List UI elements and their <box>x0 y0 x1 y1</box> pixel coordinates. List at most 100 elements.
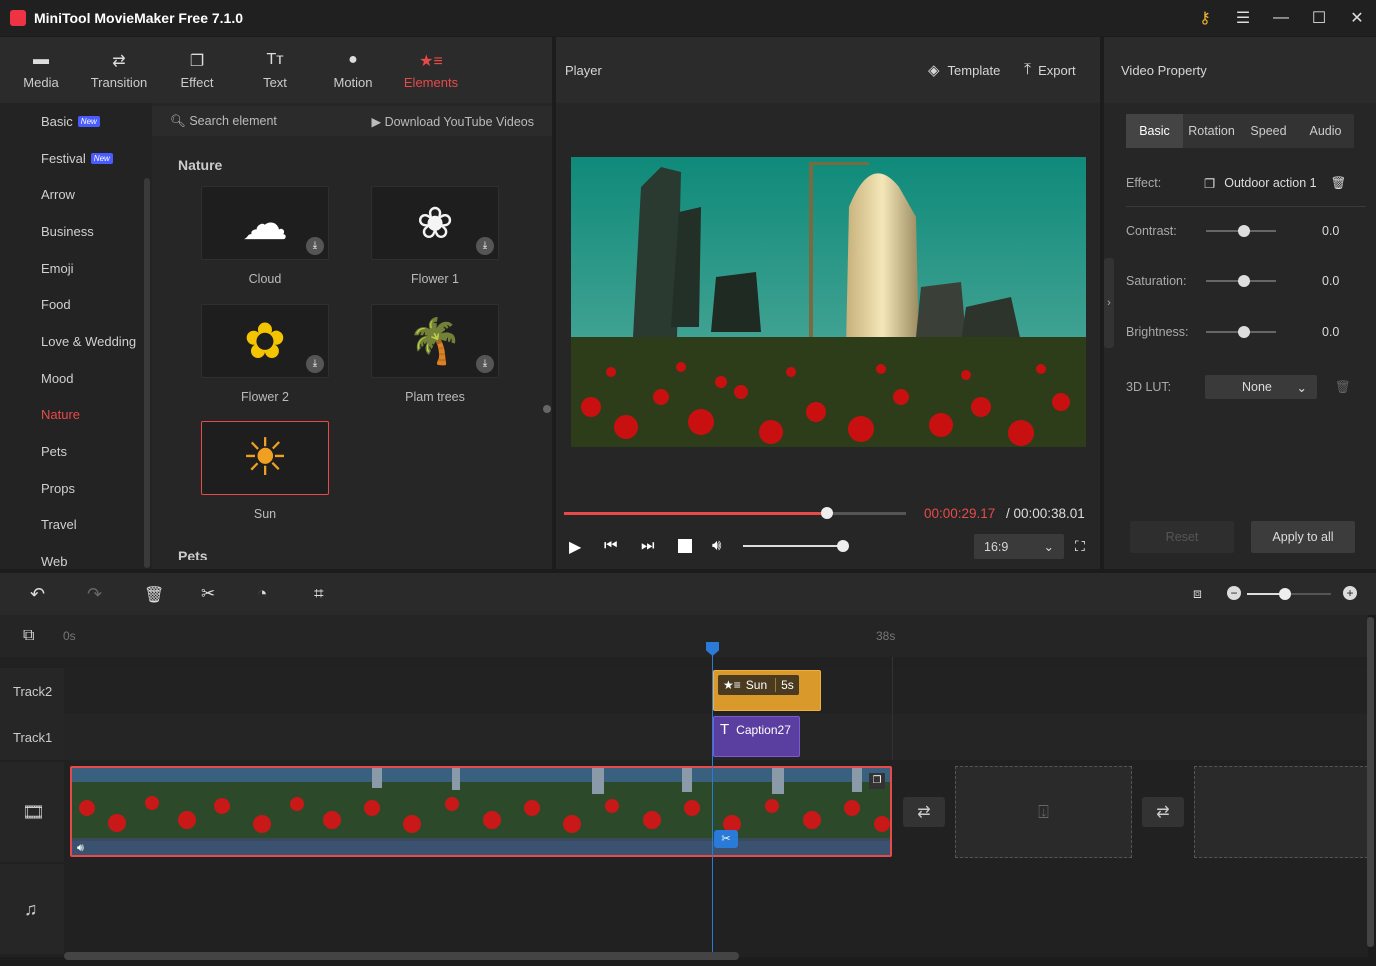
chevron-down-icon: ⌄ <box>1296 380 1307 395</box>
category-nature[interactable]: Nature <box>0 397 152 434</box>
export-icon: ⤒ <box>1024 61 1032 78</box>
zoom-slider[interactable] <box>1247 588 1331 600</box>
previous-frame-button[interactable]: ⏮ <box>604 537 618 554</box>
download-youtube-button[interactable]: ▶ Download YouTube Videos <box>371 114 534 129</box>
empty-clip-slot-1[interactable]: ⍗ <box>955 766 1132 858</box>
transition-slot-2[interactable]: ⇄ <box>1142 797 1184 827</box>
lut-select[interactable]: None ⌄ <box>1205 375 1317 399</box>
tab-media[interactable]: ▬ Media <box>2 37 80 103</box>
element-palm-trees[interactable]: 🌴 ⤓ Plam trees <box>371 304 499 404</box>
clip-effect-icon[interactable]: ❐ <box>869 773 885 789</box>
video-frame <box>571 157 1086 447</box>
element-sun[interactable]: ☀ Sun <box>201 421 329 521</box>
category-travel[interactable]: Travel <box>0 507 152 544</box>
volume-knob[interactable] <box>836 540 849 552</box>
category-mood[interactable]: Mood <box>0 360 152 397</box>
download-icon[interactable]: ⤓ <box>476 237 494 255</box>
slider-knob[interactable] <box>1238 326 1250 338</box>
crop-icon[interactable]: ⌗ <box>314 584 324 604</box>
new-badge: New <box>90 152 113 164</box>
split-marker-icon[interactable]: ✂ <box>714 830 738 848</box>
transition-slot-1[interactable]: ⇄ <box>903 797 945 827</box>
element-icon: ★≡ <box>723 678 741 692</box>
category-festival[interactable]: Festival New <box>0 140 152 177</box>
category-props[interactable]: Props <box>0 470 152 507</box>
volume-icon[interactable]: 🔊︎ <box>712 537 721 554</box>
brightness-slider[interactable] <box>1206 326 1276 338</box>
export-button[interactable]: ⤒ Export <box>1024 61 1076 79</box>
tab-basic[interactable]: Basic <box>1126 114 1183 148</box>
stop-button[interactable] <box>678 539 692 553</box>
element-flower-1[interactable]: ❀ ⤓ Flower 1 <box>371 186 499 286</box>
minimize-button[interactable]: — <box>1262 9 1300 27</box>
video-track-label: 🎞︎ <box>0 762 64 862</box>
tab-rotation[interactable]: Rotation <box>1183 114 1240 148</box>
sidebar-scrollbar[interactable] <box>144 178 150 568</box>
slider-knob[interactable] <box>1238 275 1250 287</box>
download-icon[interactable]: ⤓ <box>476 355 494 373</box>
tab-audio[interactable]: Audio <box>1297 114 1354 148</box>
category-emoji[interactable]: Emoji <box>0 250 152 287</box>
zoom-in-icon[interactable]: + <box>1343 586 1357 600</box>
search-input[interactable]: 🔍︎ Search element <box>170 114 277 129</box>
vertical-scrollbar[interactable] <box>1367 617 1374 947</box>
slider-knob[interactable] <box>1238 225 1250 237</box>
video-clip[interactable]: 🔊︎ ❐ <box>70 766 892 857</box>
aspect-ratio-select[interactable]: 16:9 ⌄ <box>974 534 1064 559</box>
play-button[interactable]: ▶ <box>569 537 581 557</box>
speed-icon[interactable]: ◔ <box>257 584 267 604</box>
category-business[interactable]: Business <box>0 213 152 250</box>
tab-text[interactable]: Tт Text <box>236 37 314 103</box>
fit-timeline-icon[interactable]: ⧈ <box>1193 585 1202 602</box>
horizontal-scrollbar[interactable] <box>64 952 739 960</box>
download-icon[interactable]: ⤓ <box>306 355 324 373</box>
delete-effect-icon[interactable]: 🗑︎ <box>1331 176 1347 191</box>
element-cloud[interactable]: ☁ ⤓ Cloud <box>201 186 329 286</box>
undo-icon[interactable]: ↶ <box>30 584 45 605</box>
clip-volume-icon[interactable]: 🔊︎ <box>77 842 84 855</box>
menu-icon[interactable]: ☰ <box>1224 8 1262 28</box>
total-time: / 00:00:38.01 <box>1006 506 1085 521</box>
split-icon[interactable]: ✂ <box>201 584 215 604</box>
category-sidebar: Basic New Festival New Arrow Business Emoj… <box>0 103 152 569</box>
panel-scroll-dot[interactable] <box>543 405 551 413</box>
tab-effect[interactable]: ❐ Effect <box>158 37 236 103</box>
contrast-slider[interactable] <box>1206 225 1276 237</box>
tab-motion[interactable]: ● Motion <box>314 37 392 103</box>
video-preview[interactable] <box>571 157 1086 447</box>
saturation-slider[interactable] <box>1206 275 1276 287</box>
maximize-button[interactable]: ☐ <box>1300 8 1338 28</box>
tab-transition[interactable]: ⇄ Transition <box>80 37 158 103</box>
collapse-panel-handle[interactable]: › <box>1104 258 1114 348</box>
redo-icon[interactable]: ↷ <box>87 584 102 605</box>
tab-speed[interactable]: Speed <box>1240 114 1297 148</box>
key-icon[interactable]: ⚷ <box>1186 8 1224 28</box>
element-flower-2[interactable]: ✿ ⤓ Flower 2 <box>201 304 329 404</box>
category-pets[interactable]: Pets <box>0 433 152 470</box>
category-basic[interactable]: Basic New <box>0 103 152 140</box>
zoom-knob[interactable] <box>1279 588 1291 600</box>
delete-lut-icon[interactable]: 🗑︎ <box>1335 380 1351 395</box>
fullscreen-icon[interactable]: ⛶ <box>1075 538 1085 555</box>
category-food[interactable]: Food <box>0 286 152 323</box>
empty-clip-slot-2[interactable] <box>1194 766 1368 858</box>
add-track-icon[interactable]: ⧉ <box>23 627 34 645</box>
reset-button[interactable]: Reset <box>1130 521 1234 553</box>
download-icon[interactable]: ⤓ <box>306 237 324 255</box>
progress-bar[interactable] <box>564 507 906 519</box>
volume-slider[interactable] <box>743 540 849 552</box>
next-frame-button[interactable]: ⏭ <box>641 537 655 554</box>
tab-elements[interactable]: ★≡ Elements <box>392 37 470 103</box>
category-arrow[interactable]: Arrow <box>0 176 152 213</box>
sun-element-clip[interactable]: ★≡ Sun 5s <box>713 670 821 711</box>
delete-icon[interactable]: 🗑︎ <box>144 585 164 605</box>
property-title: Video Property <box>1121 62 1207 78</box>
apply-to-all-button[interactable]: Apply to all <box>1251 521 1355 553</box>
transition-icon: ⇄ <box>112 52 126 70</box>
category-love-wedding[interactable]: Love & Wedding <box>0 323 152 360</box>
close-button[interactable]: ✕ <box>1338 8 1376 28</box>
new-badge: New <box>77 115 100 127</box>
template-button[interactable]: ◈ Template <box>928 61 1000 79</box>
caption-clip[interactable]: T Caption27 <box>713 716 800 757</box>
zoom-out-icon[interactable]: − <box>1227 586 1241 600</box>
